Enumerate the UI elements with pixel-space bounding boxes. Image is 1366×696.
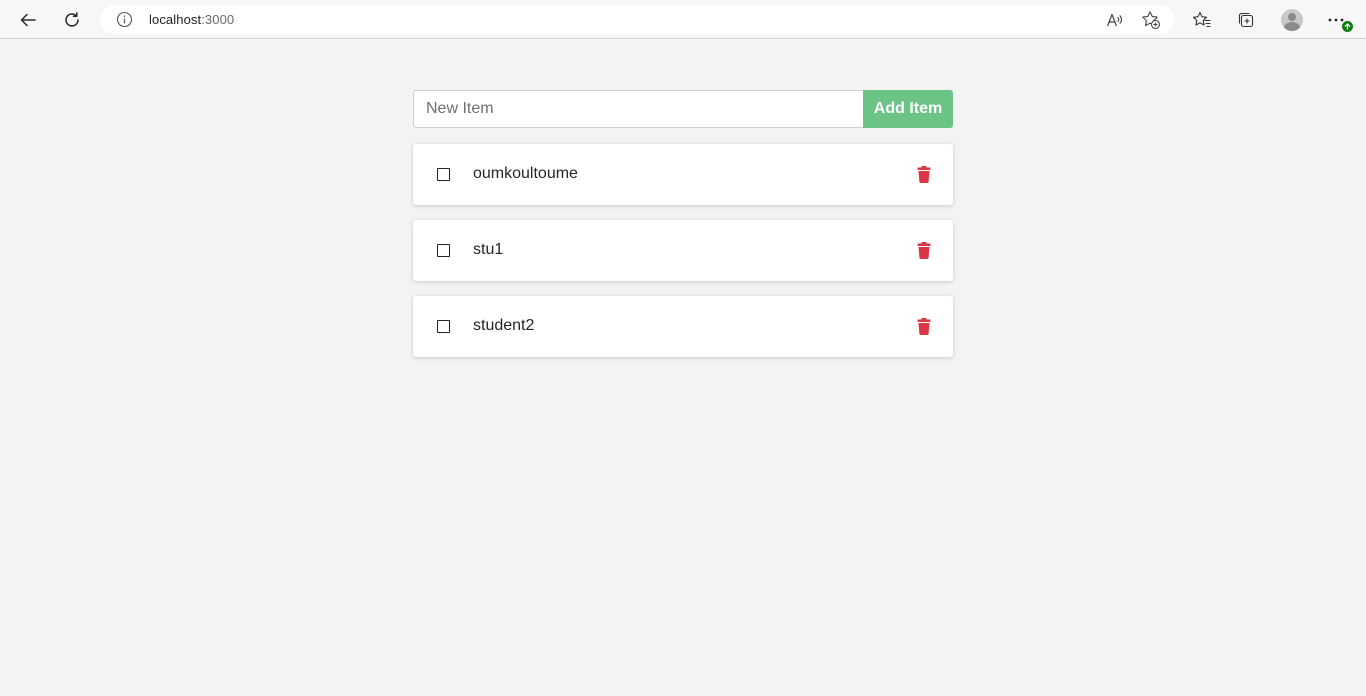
read-aloud-icon bbox=[1106, 13, 1123, 27]
address-bar[interactable]: localhost:3000 bbox=[100, 5, 1174, 34]
todo-item: oumkoultoume bbox=[413, 144, 953, 205]
todo-item: stu1 bbox=[413, 220, 953, 281]
update-badge bbox=[1341, 20, 1354, 33]
url-host: localhost bbox=[149, 12, 202, 27]
info-icon[interactable] bbox=[116, 11, 133, 28]
trash-icon[interactable] bbox=[917, 242, 931, 259]
todo-label: stu1 bbox=[473, 241, 504, 258]
add-favorite-button[interactable] bbox=[1140, 9, 1162, 31]
favorites-button[interactable] bbox=[1186, 4, 1218, 36]
url-port: :3000 bbox=[201, 12, 235, 27]
add-item-form: Add Item bbox=[413, 90, 953, 128]
update-arrow-icon bbox=[1344, 23, 1351, 30]
read-aloud-button[interactable] bbox=[1104, 9, 1126, 31]
collections-button[interactable] bbox=[1230, 4, 1262, 36]
add-item-button[interactable]: Add Item bbox=[863, 90, 953, 128]
collections-icon bbox=[1238, 12, 1254, 28]
browser-toolbar: localhost:3000 bbox=[0, 0, 1366, 39]
todo-list: oumkoultoume stu1 student2 bbox=[413, 144, 953, 357]
add-favorite-icon bbox=[1142, 11, 1161, 30]
todo-label: oumkoultoume bbox=[473, 165, 578, 182]
todo-label: student2 bbox=[473, 317, 535, 334]
todo-checkbox[interactable] bbox=[437, 168, 450, 181]
todo-checkbox[interactable] bbox=[437, 320, 450, 333]
todo-checkbox[interactable] bbox=[437, 244, 450, 257]
favorites-icon bbox=[1192, 11, 1211, 28]
refresh-icon bbox=[65, 12, 79, 27]
avatar-body bbox=[1284, 22, 1300, 31]
todo-app: Add Item oumkoultoume stu1 student2 bbox=[413, 90, 953, 372]
new-item-input[interactable] bbox=[413, 90, 863, 128]
todo-item: student2 bbox=[413, 296, 953, 357]
trash-icon[interactable] bbox=[917, 166, 931, 183]
refresh-button[interactable] bbox=[56, 4, 88, 36]
back-button[interactable] bbox=[12, 4, 44, 36]
url-text[interactable]: localhost:3000 bbox=[149, 12, 234, 27]
trash-icon[interactable] bbox=[917, 318, 931, 335]
back-arrow-icon bbox=[20, 13, 36, 27]
avatar-head bbox=[1288, 13, 1296, 21]
profile-avatar[interactable] bbox=[1281, 9, 1303, 31]
